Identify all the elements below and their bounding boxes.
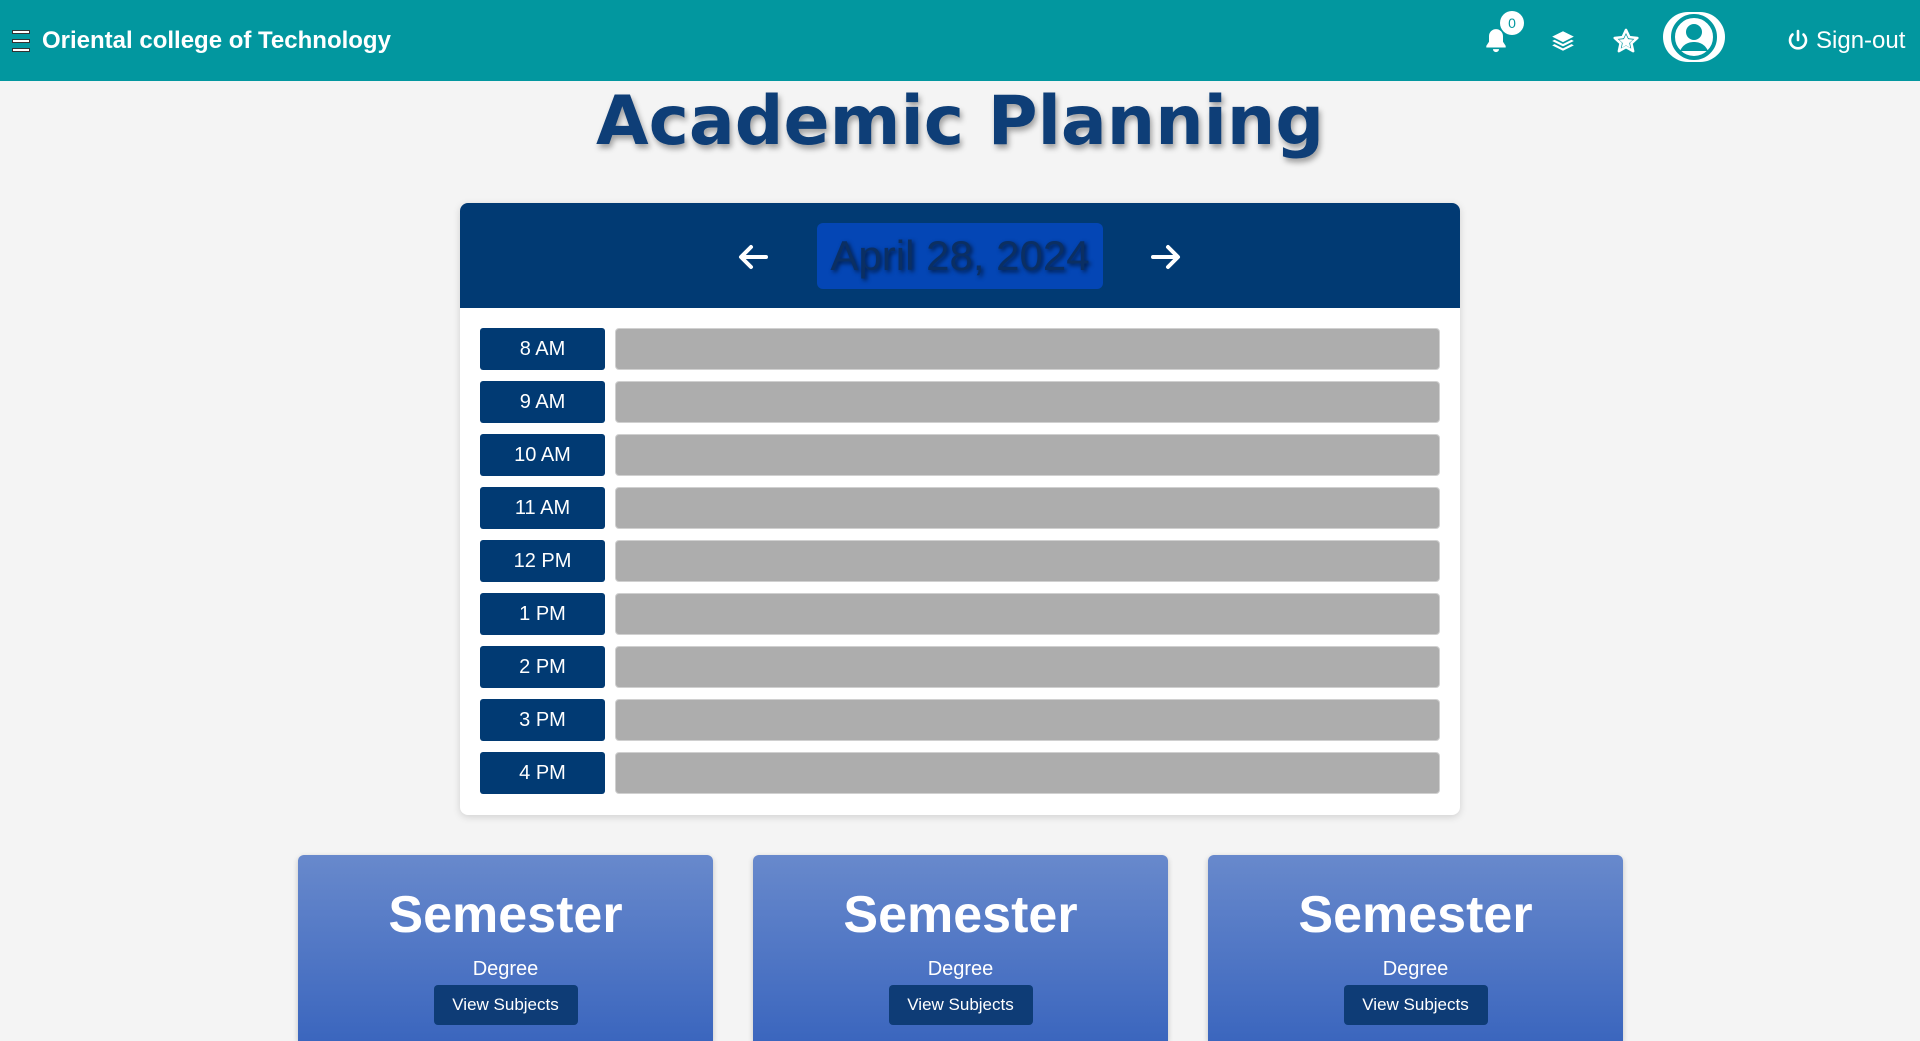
- brand-name[interactable]: Oriental college of Technology: [42, 27, 391, 55]
- slot-time-label: 4 PM: [480, 752, 605, 794]
- slot-entry-field[interactable]: [615, 593, 1440, 635]
- next-day-button[interactable]: [1146, 237, 1186, 277]
- slot-time-label: 11 AM: [480, 487, 605, 529]
- slot-entry-field[interactable]: [615, 752, 1440, 794]
- slot-entry-field[interactable]: [615, 328, 1440, 370]
- view-subjects-button[interactable]: View Subjects: [888, 985, 1033, 1025]
- slot-time-label: 10 AM: [480, 434, 605, 476]
- card-subtitle: Degree: [472, 958, 539, 980]
- calendar-header: April 28, 2024: [460, 203, 1460, 308]
- card-subtitle: Degree: [1382, 958, 1449, 980]
- arrow-right-icon: [1151, 245, 1180, 269]
- slot-entry-field[interactable]: [615, 434, 1440, 476]
- time-slot-row: 10 AM: [480, 434, 1440, 476]
- slot-time-label: 1 PM: [480, 593, 605, 635]
- slot-time-label: 12 PM: [480, 540, 605, 582]
- time-slot-row: 4 PM: [480, 752, 1440, 794]
- user-avatar-button[interactable]: [1663, 12, 1725, 62]
- time-slot-row: 1 PM: [480, 593, 1440, 635]
- power-icon: [1788, 29, 1808, 50]
- card-title: Semester: [388, 886, 623, 944]
- page-title: Academic Planning: [595, 82, 1324, 161]
- hamburger-menu-icon[interactable]: [12, 29, 30, 52]
- semester-card: Semester Degree View Subjects: [298, 855, 713, 1041]
- view-subjects-button[interactable]: View Subjects: [433, 985, 578, 1025]
- time-slot-row: 9 AM: [480, 381, 1440, 423]
- star-icon: [1613, 28, 1639, 52]
- current-date[interactable]: April 28, 2024: [817, 223, 1103, 289]
- signout-button[interactable]: Sign-out: [1786, 0, 1905, 81]
- previous-day-button[interactable]: [733, 237, 773, 277]
- slot-entry-field[interactable]: [615, 487, 1440, 529]
- slot-entry-field[interactable]: [615, 540, 1440, 582]
- slot-entry-field[interactable]: [615, 381, 1440, 423]
- slot-time-label: 8 AM: [480, 328, 605, 370]
- card-title: Semester: [1298, 886, 1533, 944]
- semester-card: Semester Degree View Subjects: [753, 855, 1168, 1041]
- user-circle-icon: [1671, 14, 1717, 60]
- notifications-button[interactable]: 0: [1478, 0, 1524, 81]
- layers-icon: [1552, 30, 1574, 51]
- layers-button[interactable]: [1545, 0, 1581, 81]
- time-slot-list: 8 AM 9 AM 10 AM 11 AM 12 PM 1 PM 2 PM 3: [460, 308, 1460, 794]
- slot-time-label: 2 PM: [480, 646, 605, 688]
- brand: Oriental college of Technology: [12, 0, 391, 81]
- card-title: Semester: [843, 886, 1078, 944]
- notification-count-badge: 0: [1500, 11, 1524, 35]
- arrow-left-icon: [739, 245, 768, 269]
- day-planner: April 28, 2024 8 AM 9 AM 10 AM 11 AM 12 …: [460, 203, 1460, 815]
- view-subjects-button[interactable]: View Subjects: [1343, 985, 1488, 1025]
- slot-entry-field[interactable]: [615, 646, 1440, 688]
- slot-entry-field[interactable]: [615, 699, 1440, 741]
- semester-card: Semester Degree View Subjects: [1208, 855, 1623, 1041]
- top-navbar: Oriental college of Technology 0 Sign-ou…: [0, 0, 1920, 81]
- signout-label: Sign-out: [1816, 26, 1906, 54]
- time-slot-row: 3 PM: [480, 699, 1440, 741]
- slot-time-label: 9 AM: [480, 381, 605, 423]
- time-slot-row: 12 PM: [480, 540, 1440, 582]
- card-subtitle: Degree: [927, 958, 994, 980]
- favorites-button[interactable]: [1608, 0, 1644, 81]
- time-slot-row: 2 PM: [480, 646, 1440, 688]
- time-slot-row: 11 AM: [480, 487, 1440, 529]
- time-slot-row: 8 AM: [480, 328, 1440, 370]
- slot-time-label: 3 PM: [480, 699, 605, 741]
